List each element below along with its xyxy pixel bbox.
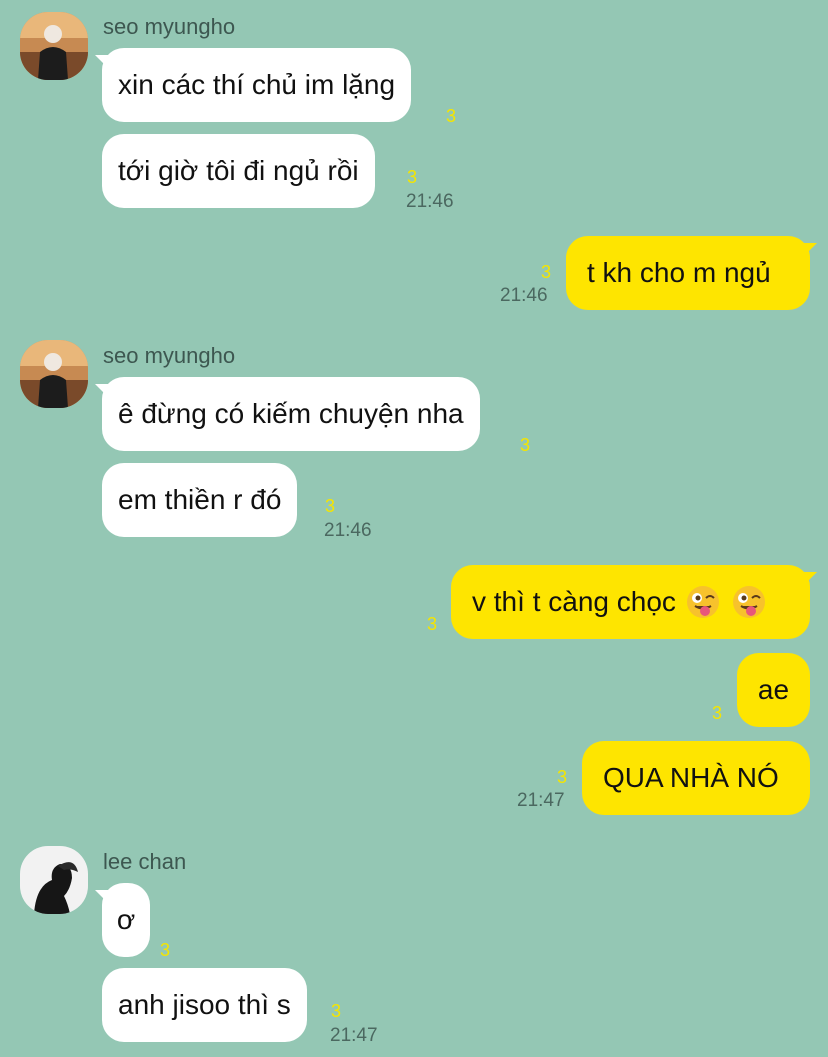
message-text: ơ [116,904,136,935]
unread-count: 3 [160,940,171,960]
message-text: ae [757,674,790,705]
message-bubble[interactable]: t kh cho m ngủ [566,236,817,310]
message-text: em thiền r đó [118,484,282,515]
unread-count: 3 [446,106,457,126]
bubble-tail [803,243,817,257]
unread-count: 3 [520,435,531,455]
message-text: tới giờ tôi đi ngủ rồi [118,155,359,186]
unread-count: 3 [331,1001,342,1021]
message-bubble[interactable]: v thì t càng chọc [451,565,817,639]
unread-count: 3 [407,167,418,187]
message-bubble[interactable]: ae [737,653,810,727]
avatar[interactable] [20,12,88,80]
message-time: 21:47 [517,790,565,811]
winking-tongue-emoji [686,586,719,619]
message-text: anh jisoo thì s [118,989,291,1020]
message-bubble[interactable]: QUA NHÀ NÓ [582,741,810,815]
unread-count: 3 [541,262,552,282]
message-time: 21:46 [406,191,454,212]
unread-count: 3 [325,496,336,516]
winking-tongue-emoji [732,586,765,619]
message-text: v thì t càng chọc [472,586,676,617]
message-text: t kh cho m ngủ [587,257,771,288]
unread-count: 3 [712,703,723,723]
bubble-tail [95,890,109,904]
avatar[interactable] [20,846,88,914]
unread-count: 3 [557,767,568,787]
message-bubble[interactable]: tới giờ tôi đi ngủ rồi [102,134,375,208]
bubble-tail [95,55,109,69]
sender-name: seo myungho [103,14,236,39]
message-bubble[interactable]: em thiền r đó [102,463,298,537]
message-bubble[interactable]: ê đừng có kiếm chuyện nha [95,377,480,451]
unread-count: 3 [427,614,438,634]
message-bubble[interactable]: anh jisoo thì s [102,968,307,1042]
emoji-group [682,585,766,620]
message-text: ê đừng có kiếm chuyện nha [118,398,464,429]
sender-name: seo myungho [103,343,236,368]
message-bubble[interactable]: ơ [95,883,150,957]
message-time: 21:46 [324,520,372,541]
message-text: xin các thí chủ im lặng [118,69,396,100]
message-time: 21:47 [330,1025,378,1046]
avatar[interactable] [20,340,88,408]
message-bubble[interactable]: xin các thí chủ im lặng [95,48,412,122]
bubble-tail [95,384,109,398]
sender-name: lee chan [103,849,187,874]
bubble-tail [803,572,817,586]
message-text: QUA NHÀ NÓ [603,762,779,793]
message-time: 21:46 [500,285,548,306]
